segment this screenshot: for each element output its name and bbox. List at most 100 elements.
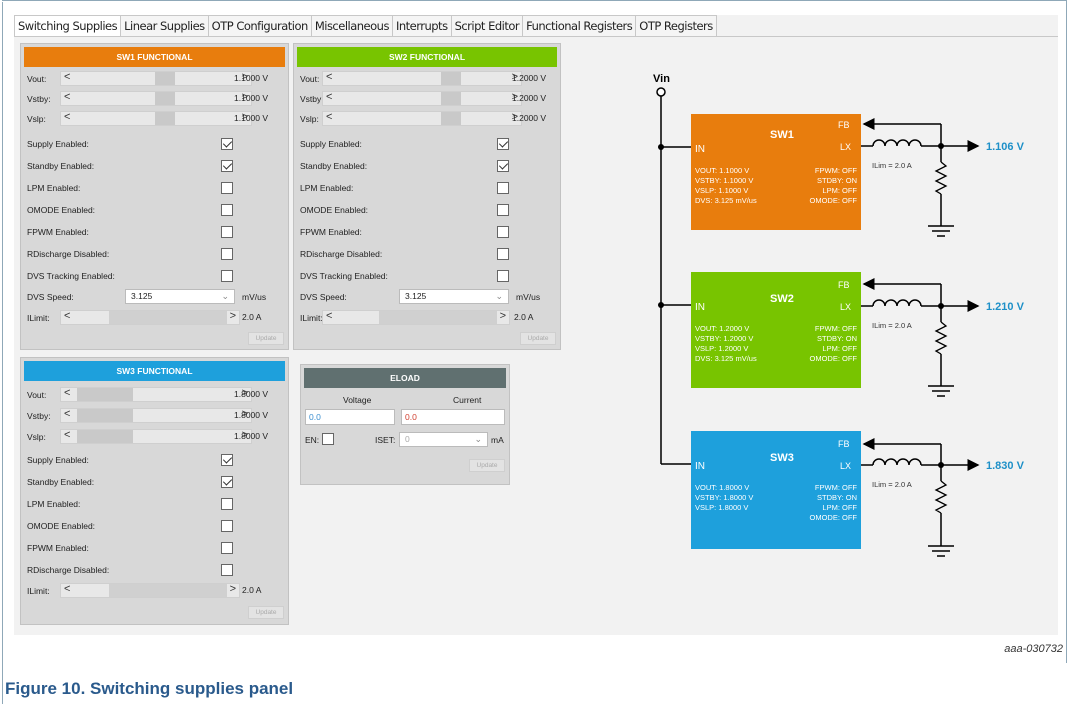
sw2-update-button[interactable]: Update <box>520 332 556 345</box>
sw1-supply-enabled-checkbox[interactable] <box>221 138 233 150</box>
sw3-omode-enabled-checkbox[interactable] <box>221 520 233 532</box>
svg-text:ILim = 2.0 A: ILim = 2.0 A <box>872 480 912 489</box>
sw1-ilimit-slider[interactable]: < > <box>60 310 240 325</box>
sw2-omode-enabled-checkbox[interactable] <box>497 204 509 216</box>
vin-terminal <box>656 87 666 97</box>
sw1-vstby-slider[interactable]: < > <box>60 91 252 106</box>
svg-text:VSLP: 1.8000 V: VSLP: 1.8000 V <box>695 503 748 512</box>
chevron-left-icon[interactable]: < <box>326 91 332 103</box>
eload-iset-select[interactable]: 0 ⌄ <box>399 432 488 447</box>
eload-current-field[interactable]: 0.0 <box>401 409 505 425</box>
svg-text:DVS: 3.125 mV/us: DVS: 3.125 mV/us <box>695 354 757 363</box>
sw3-fpwm-enabled-checkbox[interactable] <box>221 542 233 554</box>
eload-en-checkbox[interactable] <box>322 433 334 445</box>
tab-otp-registers[interactable]: OTP Registers <box>636 15 717 36</box>
svg-text:FPWM: OFF: FPWM: OFF <box>815 483 857 492</box>
svg-text:VSLP: 1.1000 V: VSLP: 1.1000 V <box>695 186 748 195</box>
chevron-right-icon[interactable]: > <box>500 310 506 322</box>
chevron-down-icon: ⌄ <box>221 291 229 301</box>
sw3-rdischarge-checkbox[interactable] <box>221 564 233 576</box>
tab-interrupts[interactable]: Interrupts <box>392 15 452 36</box>
sw3-vstby-value: 1.8000 V <box>234 410 269 420</box>
sw2-dvs-tracking-checkbox[interactable] <box>497 270 509 282</box>
sw2-rdischarge-checkbox[interactable] <box>497 248 509 260</box>
tab-functional-registers[interactable]: Functional Registers <box>523 15 637 36</box>
svg-text:FB: FB <box>838 439 850 449</box>
svg-text:LX: LX <box>840 142 851 152</box>
sw1-dvs-tracking-checkbox[interactable] <box>221 270 233 282</box>
chevron-down-icon: ⌄ <box>474 434 482 444</box>
sw2-lpm-enabled-checkbox[interactable] <box>497 182 509 194</box>
sw3-ilimit-slider[interactable]: < > <box>60 583 240 598</box>
sw2-vslp-slider[interactable]: < > <box>322 111 522 126</box>
sw2-dvs-speed-select[interactable]: 3.125 ⌄ <box>399 289 509 304</box>
chevron-left-icon[interactable]: < <box>326 310 332 322</box>
chevron-left-icon[interactable]: < <box>64 111 70 123</box>
chevron-right-icon[interactable]: > <box>230 583 236 595</box>
sw2-vout-slider[interactable]: < > <box>322 71 522 86</box>
svg-text:VOUT: 1.8000 V: VOUT: 1.8000 V <box>695 483 749 492</box>
tab-otp-configuration[interactable]: OTP Configuration <box>208 15 312 36</box>
eload-voltage-field[interactable]: 0.0 <box>305 409 395 425</box>
sw3-vstby-label: Vstby: <box>27 411 51 421</box>
sw3-panel-title: SW3 FUNCTIONAL <box>24 361 285 381</box>
chevron-left-icon[interactable]: < <box>64 583 70 595</box>
sw3-lpm-enabled-checkbox[interactable] <box>221 498 233 510</box>
svg-text:STDBY: ON: STDBY: ON <box>817 334 857 343</box>
sw1-rdischarge-label: RDischarge Disabled: <box>27 249 110 259</box>
sw1-standby-enabled-label: Standby Enabled: <box>27 161 95 171</box>
tab-script-editor[interactable]: Script Editor <box>451 15 524 36</box>
chevron-left-icon[interactable]: < <box>64 310 70 322</box>
svg-text:FPWM: OFF: FPWM: OFF <box>815 166 857 175</box>
svg-text:OMODE: OFF: OMODE: OFF <box>810 354 858 363</box>
chevron-right-icon[interactable]: > <box>230 310 236 322</box>
sw2-supply-enabled-checkbox[interactable] <box>497 138 509 150</box>
eload-update-button[interactable]: Update <box>469 459 505 472</box>
sw1-dvs-speed-unit: mV/us <box>242 292 267 302</box>
sw2-output-voltage: 1.210 V <box>986 301 1025 313</box>
sw2-rdischarge-label: RDischarge Disabled: <box>300 249 383 259</box>
sw3-supply-enabled-checkbox[interactable] <box>221 454 233 466</box>
chevron-left-icon[interactable]: < <box>64 387 70 399</box>
svg-text:IN: IN <box>695 461 705 472</box>
sw3-update-button[interactable]: Update <box>248 606 284 619</box>
svg-text:VOUT: 1.2000 V: VOUT: 1.2000 V <box>695 324 749 333</box>
sw2-dvs-speed-label: DVS Speed: <box>300 292 347 302</box>
chevron-left-icon[interactable]: < <box>64 91 70 103</box>
sw2-ilimit-slider[interactable]: < > <box>322 310 510 325</box>
sw1-rdischarge-checkbox[interactable] <box>221 248 233 260</box>
svg-text:LX: LX <box>840 461 851 471</box>
sw1-standby-enabled-checkbox[interactable] <box>221 160 233 172</box>
sw1-dvs-speed-label: DVS Speed: <box>27 292 74 302</box>
sw2-standby-enabled-checkbox[interactable] <box>497 160 509 172</box>
sw1-dvs-speed-select[interactable]: 3.125 ⌄ <box>125 289 235 304</box>
chevron-left-icon[interactable]: < <box>64 408 70 420</box>
sw1-vout-label: Vout: <box>27 74 47 84</box>
sw1-omode-enabled-checkbox[interactable] <box>221 204 233 216</box>
tab-linear-supplies[interactable]: Linear Supplies <box>121 15 209 36</box>
sw1-dvs-tracking-label: DVS Tracking Enabled: <box>27 271 115 281</box>
sw1-fpwm-enabled-checkbox[interactable] <box>221 226 233 238</box>
sw3-standby-enabled-checkbox[interactable] <box>221 476 233 488</box>
chevron-left-icon[interactable]: < <box>326 71 332 83</box>
sw2-vstby-slider[interactable]: < > <box>322 91 522 106</box>
svg-text:ILim = 2.0 A: ILim = 2.0 A <box>872 321 912 330</box>
tab-miscellaneous[interactable]: Miscellaneous <box>311 15 393 36</box>
svg-text:FB: FB <box>838 280 850 290</box>
chevron-left-icon[interactable]: < <box>64 71 70 83</box>
sw3-vslp-slider[interactable]: < > <box>60 429 252 444</box>
sw2-omode-enabled-label: OMODE Enabled: <box>300 205 369 215</box>
sw1-panel-title: SW1 FUNCTIONAL <box>24 47 285 67</box>
sw2-fpwm-enabled-checkbox[interactable] <box>497 226 509 238</box>
sw1-vslp-slider[interactable]: < > <box>60 111 252 126</box>
sw3-vstby-slider[interactable]: < > <box>60 408 252 423</box>
sw1-update-button[interactable]: Update <box>248 332 284 345</box>
sw1-vout-slider[interactable]: < > <box>60 71 252 86</box>
sw3-vout-slider[interactable]: < > <box>60 387 252 402</box>
sw1-lpm-enabled-checkbox[interactable] <box>221 182 233 194</box>
sw1-vslp-label: Vslp: <box>27 114 46 124</box>
chevron-left-icon[interactable]: < <box>326 111 332 123</box>
chevron-left-icon[interactable]: < <box>64 429 70 441</box>
tab-switching-supplies[interactable]: Switching Supplies <box>14 15 122 36</box>
sw3-vslp-label: Vslp: <box>27 432 46 442</box>
